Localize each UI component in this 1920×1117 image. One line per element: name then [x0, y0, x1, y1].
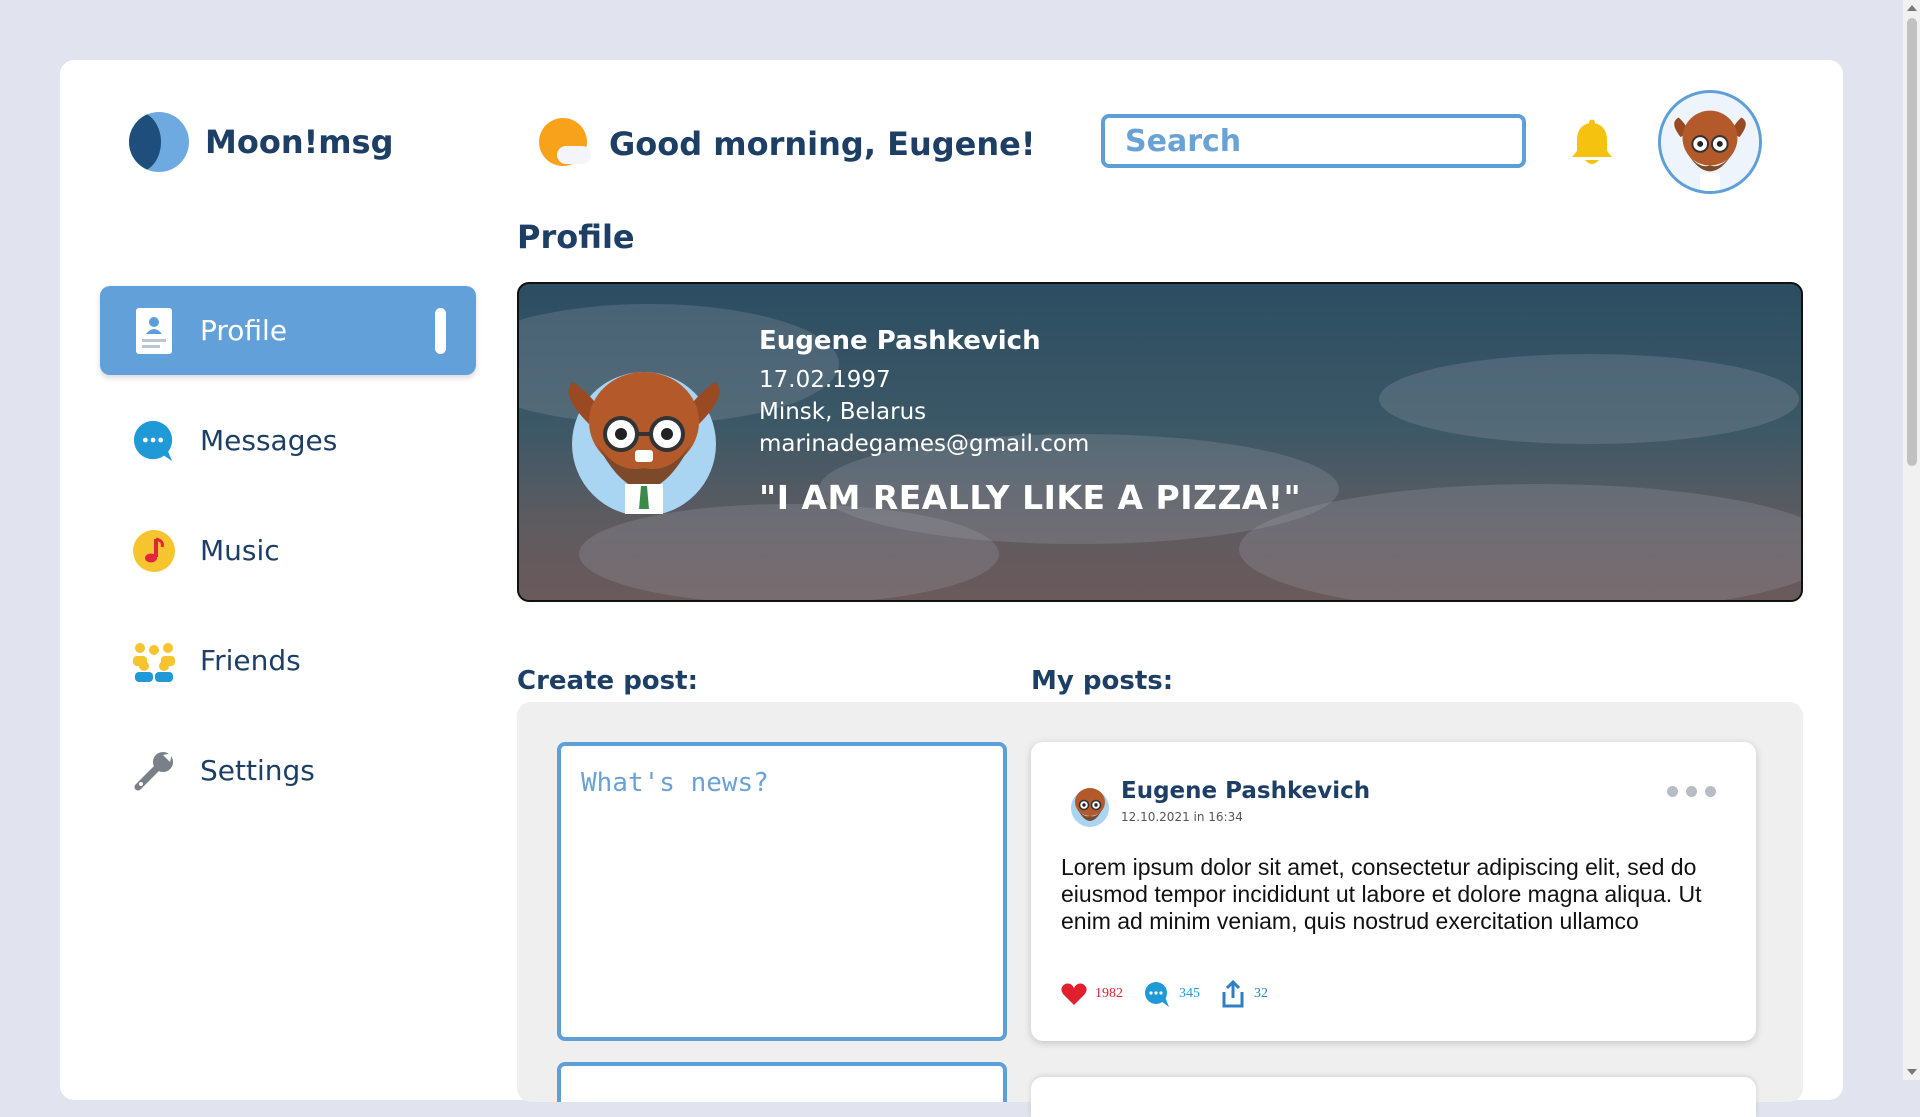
- post-card: Eugene Pashkevich 12.10.2021 in 16:34 Lo…: [1031, 742, 1756, 1041]
- sidebar-item-profile[interactable]: Profile: [100, 286, 476, 375]
- create-post-title: Create post:: [517, 666, 698, 696]
- profile-banner: Eugene Pashkevich 17.02.1997 Minsk, Bela…: [517, 282, 1803, 602]
- profile-email: marinadegames@gmail.com: [759, 431, 1090, 457]
- page-title: Profile: [517, 218, 635, 256]
- like-button[interactable]: 1982: [1061, 982, 1123, 1006]
- app-name: Moon!msg: [205, 123, 394, 161]
- profile-quote: "I AM REALLY LIKE A PIZZA!": [759, 478, 1302, 517]
- post-date: 12.10.2021 in 16:34: [1121, 810, 1243, 824]
- post-menu-button[interactable]: [1667, 786, 1716, 797]
- sidebar-item-label: Friends: [200, 644, 301, 677]
- active-indicator: [435, 308, 446, 354]
- my-posts-title: My posts:: [1031, 666, 1174, 696]
- search-input[interactable]: [1101, 114, 1526, 168]
- profile-location: Minsk, Belarus: [759, 399, 927, 425]
- comment-button[interactable]: 345: [1143, 981, 1200, 1007]
- share-button[interactable]: 32: [1220, 980, 1268, 1008]
- post-text: Lorem ipsum dolor sit amet, consectetur …: [1061, 854, 1702, 934]
- scroll-up-arrow-icon[interactable]: [1907, 5, 1917, 11]
- profile-card-icon: [132, 306, 176, 356]
- comment-icon: [1145, 982, 1169, 1007]
- post-author[interactable]: Eugene Pashkevich: [1121, 778, 1370, 804]
- profile-info: Eugene Pashkevich 17.02.1997 Minsk, Bela…: [759, 326, 1301, 517]
- music-note-icon: [132, 526, 176, 576]
- greeting: Good morning, Eugene!: [539, 118, 1035, 170]
- sidebar-item-label: Music: [200, 534, 280, 567]
- heart-icon: [1061, 983, 1087, 1005]
- profile-birthdate: 17.02.1997: [759, 367, 891, 393]
- chat-bubble-icon: [132, 416, 176, 466]
- profile-avatar: [568, 372, 720, 514]
- dot-icon: [1705, 786, 1716, 797]
- scroll-down-arrow-icon[interactable]: [1907, 1069, 1917, 1075]
- friends-icon: [132, 636, 176, 686]
- comment-count: 345: [1179, 986, 1200, 1001]
- like-count: 1982: [1095, 986, 1123, 1001]
- dot-icon: [1686, 786, 1697, 797]
- greeting-text: Good morning, Eugene!: [609, 125, 1036, 163]
- moon-logo-icon: [129, 112, 189, 172]
- dot-icon: [1667, 786, 1678, 797]
- sidebar-item-friends[interactable]: Friends: [100, 616, 476, 705]
- sun-cloud-icon: [539, 118, 591, 170]
- sidebar-item-label: Profile: [200, 314, 288, 347]
- share-count: 32: [1254, 986, 1268, 1001]
- sidebar-item-label: Messages: [200, 424, 338, 457]
- sidebar-item-settings[interactable]: Settings: [100, 726, 476, 815]
- post-author-avatar[interactable]: [1067, 782, 1113, 828]
- wrench-icon: [132, 746, 176, 796]
- sidebar-item-music[interactable]: Music: [100, 506, 476, 595]
- sidebar-item-messages[interactable]: Messages: [100, 396, 476, 485]
- profile-name: Eugene Pashkevich: [759, 326, 1041, 356]
- page-scrollbar[interactable]: [1903, 0, 1920, 1080]
- scroll-thumb[interactable]: [1907, 18, 1917, 466]
- share-icon: [1222, 980, 1244, 1008]
- composer-secondary-field[interactable]: [557, 1062, 1007, 1102]
- app-logo[interactable]: Moon!msg: [129, 112, 393, 172]
- sidebar-item-label: Settings: [200, 754, 315, 787]
- user-avatar[interactable]: [1658, 90, 1762, 194]
- bell-icon[interactable]: [1570, 119, 1614, 167]
- post-actions: 1982 345 32: [1061, 980, 1288, 1008]
- post-card: [1031, 1077, 1756, 1117]
- new-post-textarea[interactable]: [557, 742, 1007, 1041]
